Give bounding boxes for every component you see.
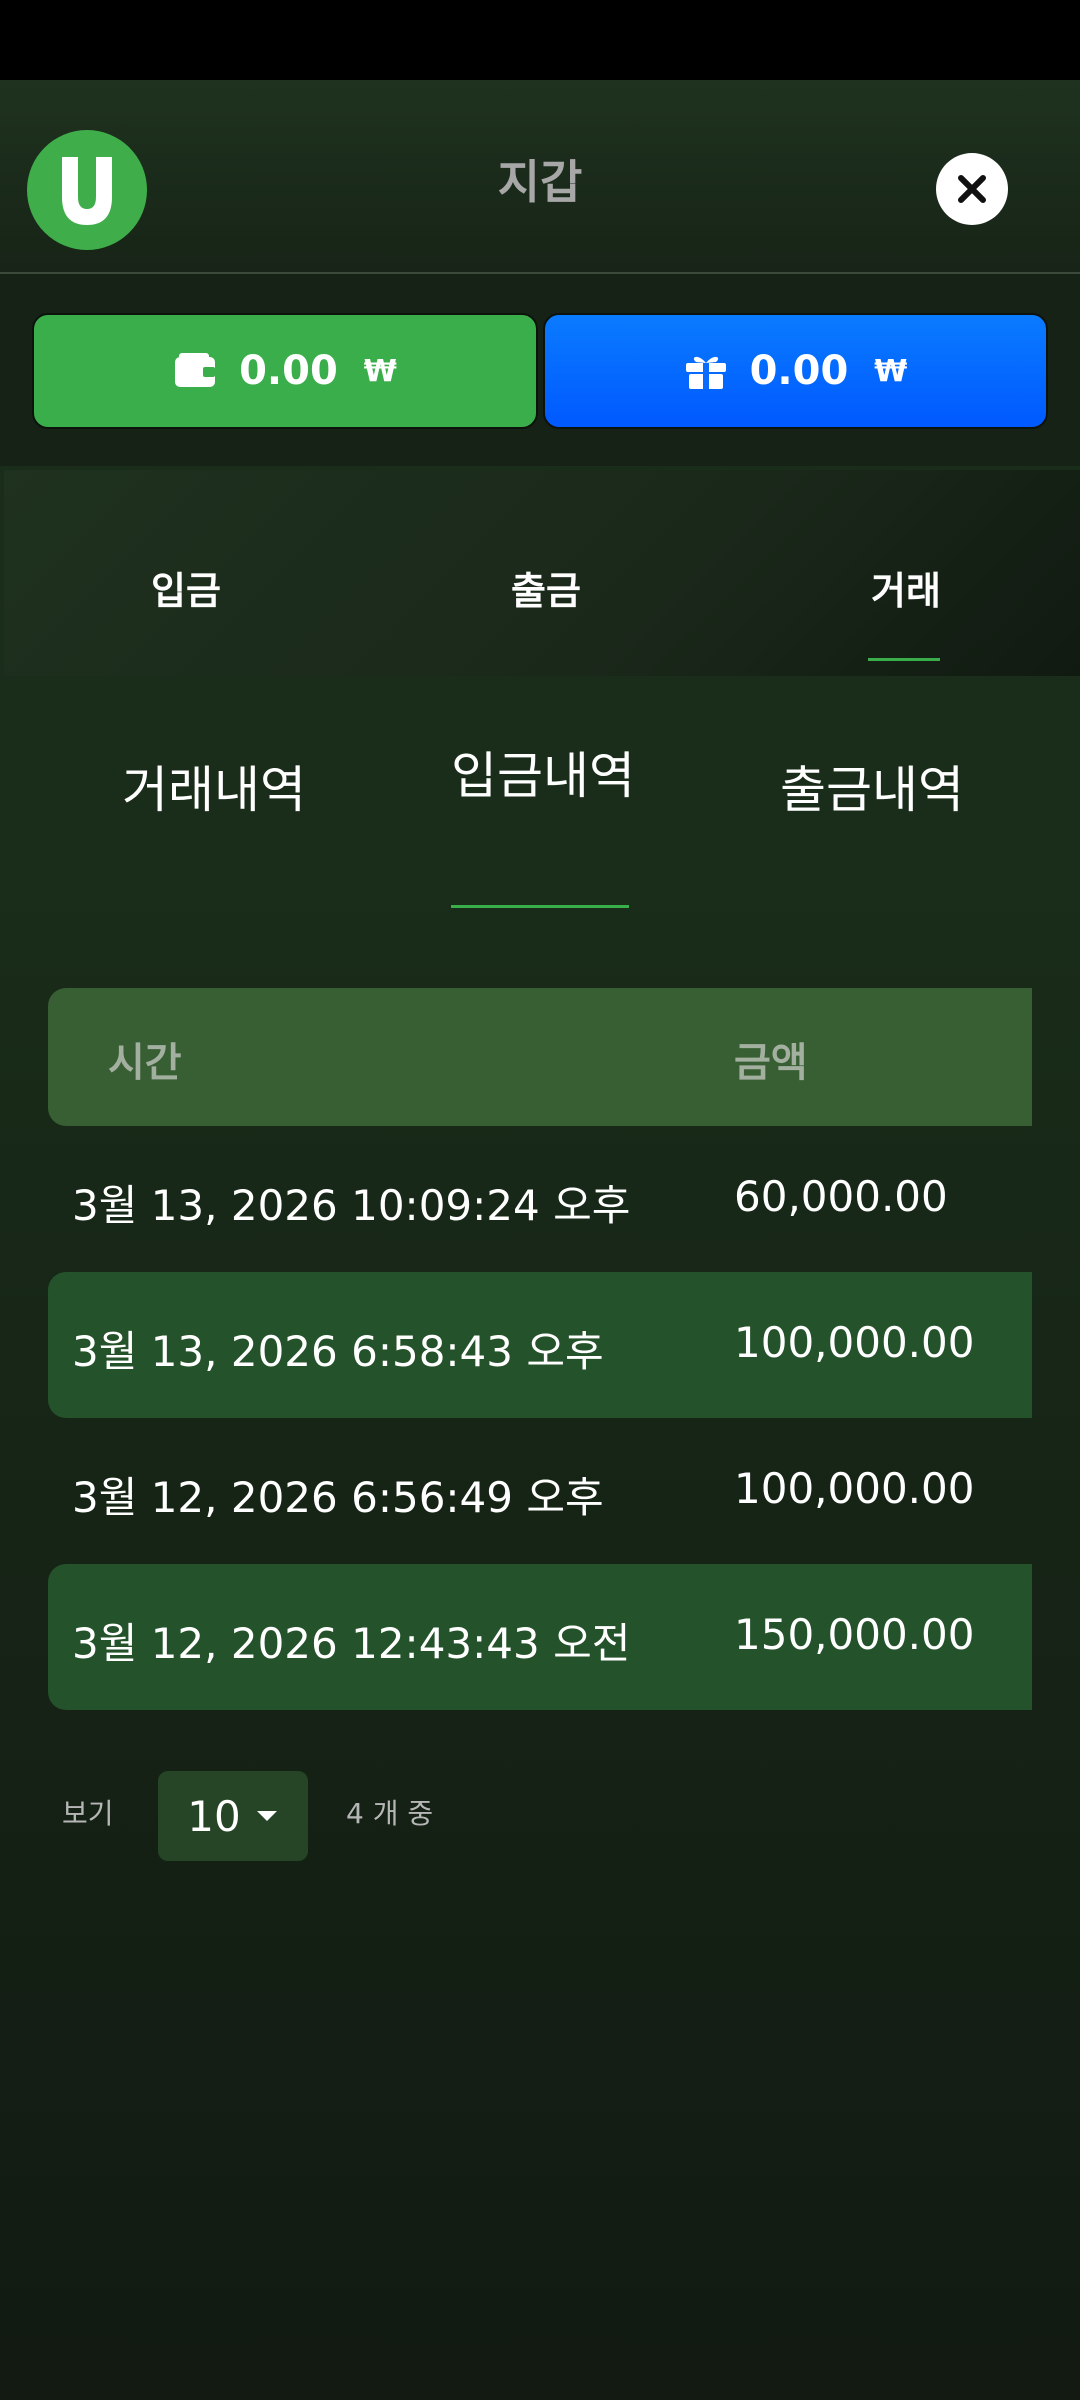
total-count: 4 개 중: [346, 1797, 434, 1830]
subtab-withdraw-history[interactable]: 출금내역: [780, 750, 964, 822]
caret-down-icon: [256, 1811, 277, 1821]
page-title: 지갑: [497, 155, 583, 209]
subtab-deposit-history[interactable]: 입금내역: [451, 736, 635, 808]
row-amount: 150,000.00: [734, 1610, 975, 1659]
status-bar: [0, 0, 1080, 80]
row-time: 3월 12, 2026 12:43:43 오전: [72, 1619, 631, 1668]
row-time: 3월 12, 2026 6:56:49 오후: [72, 1473, 604, 1522]
wallet-icon: [175, 353, 216, 387]
tab-transactions[interactable]: 거래: [866, 560, 946, 615]
bonus-currency: ₩: [874, 353, 908, 389]
active-tab-indicator: [868, 658, 940, 661]
table-row: 3월 12, 2026 12:43:43 오전 150,000.00: [48, 1564, 1032, 1710]
row-amount: 100,000.00: [734, 1318, 975, 1367]
bonus-amount: 0.00: [749, 348, 849, 394]
page-size-value: 10: [187, 1791, 241, 1841]
tab-withdraw[interactable]: 출금: [506, 560, 586, 615]
table-row: 3월 13, 2026 10:09:24 오후 60,000.00: [48, 1126, 1032, 1272]
bonus-balance-button[interactable]: 0.00 ₩: [543, 313, 1048, 429]
row-time: 3월 13, 2026 6:58:43 오후: [72, 1327, 604, 1376]
gift-icon: [685, 356, 726, 389]
cash-amount: 0.00: [239, 348, 338, 394]
cash-currency: ₩: [363, 353, 397, 389]
header: 지갑: [0, 80, 1080, 274]
row-amount: 100,000.00: [734, 1464, 975, 1513]
row-amount: 60,000.00: [734, 1172, 948, 1221]
wallet-screen: 지갑 0.00 ₩ 0.00 ₩ 입금 출금 거래 거래내역 입금내역 출금내역…: [0, 80, 1080, 2400]
column-amount: 금액: [734, 1040, 808, 1086]
table-row: 3월 12, 2026 6:56:49 오후 100,000.00: [48, 1418, 1032, 1564]
tab-deposit[interactable]: 입금: [146, 560, 226, 615]
show-label: 보기: [62, 1797, 114, 1830]
column-time: 시간: [108, 1040, 182, 1086]
cash-balance-button[interactable]: 0.00 ₩: [32, 313, 538, 429]
table-row: 3월 13, 2026 6:58:43 오후 100,000.00: [48, 1272, 1032, 1418]
close-icon: [958, 175, 986, 203]
subtab-transaction-history[interactable]: 거래내역: [122, 750, 306, 822]
active-subtab-indicator: [451, 905, 629, 908]
row-time: 3월 13, 2026 10:09:24 오후: [72, 1181, 631, 1230]
close-button[interactable]: [936, 153, 1008, 225]
main-tabs: 입금 출금 거래: [4, 470, 1080, 676]
page-size-select[interactable]: 10: [158, 1771, 308, 1861]
table-header: 시간 금액: [48, 988, 1032, 1126]
